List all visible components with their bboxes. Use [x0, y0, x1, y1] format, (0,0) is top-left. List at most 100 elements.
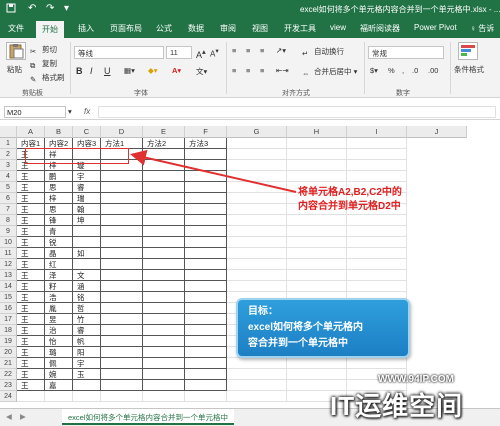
cell[interactable] — [101, 281, 143, 292]
cell[interactable]: 锋 — [45, 215, 73, 226]
column-header[interactable]: F — [185, 126, 227, 138]
font-name-select[interactable]: 等线 — [74, 46, 164, 59]
cell[interactable] — [347, 171, 407, 182]
cell[interactable] — [227, 358, 287, 369]
cell[interactable] — [101, 259, 143, 270]
cell[interactable] — [143, 336, 185, 347]
cell[interactable] — [227, 182, 287, 193]
row-header[interactable]: 11 — [0, 248, 17, 259]
percent-icon[interactable]: % — [388, 66, 395, 75]
row-header[interactable]: 2 — [0, 149, 17, 160]
cell[interactable] — [287, 281, 347, 292]
name-box-dropdown-icon[interactable]: ▾ — [68, 107, 72, 116]
cell[interactable]: 王 — [17, 303, 45, 314]
cell[interactable] — [101, 193, 143, 204]
row-header[interactable]: 1 — [0, 138, 17, 149]
row-header[interactable]: 10 — [0, 237, 17, 248]
cell[interactable] — [347, 358, 407, 369]
cell[interactable] — [185, 292, 227, 303]
cell[interactable]: 睿 — [73, 182, 101, 193]
cell[interactable]: 睿 — [73, 325, 101, 336]
row-header[interactable]: 20 — [0, 347, 17, 358]
cell[interactable] — [185, 193, 227, 204]
cell[interactable]: 王 — [17, 248, 45, 259]
cell[interactable]: 文 — [73, 270, 101, 281]
cell[interactable]: 王 — [17, 237, 45, 248]
row-header[interactable]: 9 — [0, 226, 17, 237]
cell[interactable] — [347, 226, 407, 237]
increase-decimal-icon[interactable]: .0 — [412, 66, 418, 75]
cell[interactable] — [73, 226, 101, 237]
cell[interactable]: 涵 — [73, 281, 101, 292]
row-header[interactable]: 19 — [0, 336, 17, 347]
undo-icon[interactable]: ↶ — [28, 3, 36, 14]
increase-font-icon[interactable]: A▴ — [196, 47, 206, 60]
cell[interactable] — [143, 248, 185, 259]
cell[interactable]: 宇 — [73, 358, 101, 369]
cell[interactable]: 思 — [45, 182, 73, 193]
cell[interactable] — [185, 215, 227, 226]
cell[interactable]: 阳 — [73, 347, 101, 358]
cell[interactable] — [185, 160, 227, 171]
cell[interactable] — [287, 149, 347, 160]
conditional-format-icon[interactable] — [458, 42, 478, 60]
cell[interactable]: 王 — [17, 292, 45, 303]
tab-page-layout[interactable]: 页面布局 — [110, 23, 142, 34]
cell[interactable] — [287, 270, 347, 281]
bold-button[interactable]: B — [76, 66, 83, 76]
cell[interactable] — [227, 237, 287, 248]
cell[interactable] — [287, 248, 347, 259]
cell[interactable] — [101, 336, 143, 347]
row-header[interactable]: 5 — [0, 182, 17, 193]
cell[interactable] — [347, 248, 407, 259]
row-header[interactable]: 3 — [0, 160, 17, 171]
customize-quick-access-icon[interactable]: ▾ — [64, 3, 69, 14]
cell[interactable] — [185, 369, 227, 380]
cell[interactable] — [143, 292, 185, 303]
row-header[interactable]: 22 — [0, 369, 17, 380]
cell[interactable] — [143, 303, 185, 314]
cut-button[interactable]: ✂ 剪切 — [30, 44, 57, 57]
fill-color-icon[interactable]: ◆▾ — [148, 66, 158, 75]
cell[interactable]: 王 — [17, 259, 45, 270]
cell[interactable] — [227, 171, 287, 182]
cell[interactable] — [185, 281, 227, 292]
column-header[interactable]: E — [143, 126, 185, 138]
row-header[interactable]: 24 — [0, 391, 17, 402]
cell[interactable]: 宇 — [73, 171, 101, 182]
cell[interactable] — [143, 237, 185, 248]
cell[interactable] — [227, 204, 287, 215]
cell[interactable] — [347, 259, 407, 270]
cell[interactable]: 王 — [17, 226, 45, 237]
cell[interactable]: 玉 — [73, 369, 101, 380]
comma-icon[interactable]: , — [402, 66, 404, 75]
conditional-format-button[interactable]: 条件格式 — [454, 64, 484, 75]
tab-insert[interactable]: 插入 — [78, 23, 94, 34]
cell[interactable]: 婉 — [45, 369, 73, 380]
cell[interactable] — [143, 325, 185, 336]
row-header[interactable]: 14 — [0, 281, 17, 292]
column-header[interactable]: D — [101, 126, 143, 138]
cell[interactable] — [287, 215, 347, 226]
cell[interactable] — [185, 226, 227, 237]
cell[interactable] — [185, 259, 227, 270]
cell[interactable] — [347, 138, 407, 149]
tab-foxit-reader[interactable]: 福昕阅读器 — [360, 23, 400, 34]
cell[interactable]: 王 — [17, 204, 45, 215]
cell[interactable] — [101, 380, 143, 391]
cell[interactable] — [143, 226, 185, 237]
cell[interactable] — [185, 303, 227, 314]
cell[interactable] — [347, 149, 407, 160]
paste-icon[interactable] — [6, 42, 26, 60]
cell[interactable] — [185, 314, 227, 325]
cell[interactable]: 王 — [17, 281, 45, 292]
cell[interactable] — [73, 391, 101, 402]
tab-file[interactable]: 文件 — [8, 23, 24, 34]
cell[interactable]: 籽 — [45, 281, 73, 292]
cell[interactable] — [227, 281, 287, 292]
cell[interactable]: 王 — [17, 215, 45, 226]
name-box[interactable]: M20 — [4, 106, 66, 118]
cell[interactable]: 方法3 — [185, 138, 227, 149]
cell[interactable] — [73, 259, 101, 270]
cell[interactable] — [185, 380, 227, 391]
